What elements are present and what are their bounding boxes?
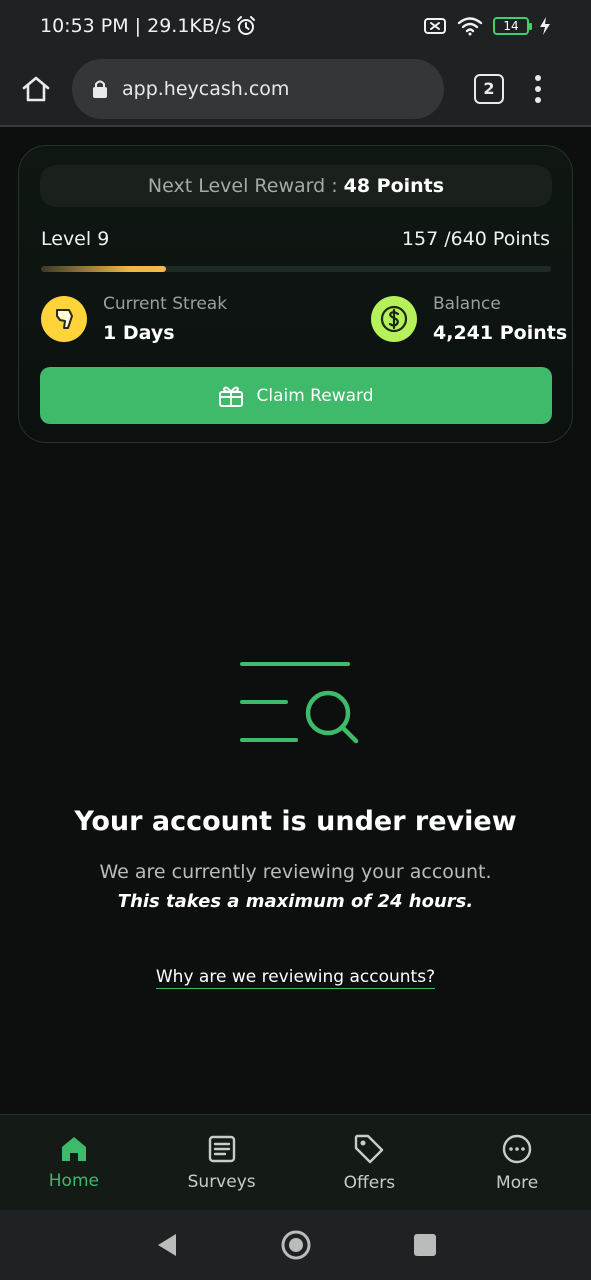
recents-icon[interactable]: [412, 1232, 438, 1258]
lock-icon: [93, 80, 107, 98]
claim-reward-label: Claim Reward: [256, 385, 374, 406]
nav-offers[interactable]: Offers: [296, 1115, 444, 1210]
address-bar[interactable]: app.heycash.com: [72, 58, 444, 119]
next-level-reward-banner: Next Level Reward : 48 Points: [40, 165, 552, 207]
gift-icon: [219, 386, 244, 407]
streak-stat: Current Streak 1 Days: [41, 294, 227, 344]
system-navigation-bar: [0, 1210, 591, 1280]
menu-dot: [535, 74, 541, 81]
why-review-link-wrapper: Why are we reviewing accounts?: [0, 967, 591, 989]
level-points: 157 /640 Points: [401, 228, 550, 250]
streak-text: Current Streak 1 Days: [103, 294, 227, 344]
reward-card: Next Level Reward : 48 Points Level 9 15…: [18, 145, 573, 443]
browser-menu-button[interactable]: [534, 74, 542, 103]
document-icon: [208, 1135, 235, 1162]
more-circle-icon: [502, 1134, 532, 1163]
wifi-icon: [457, 17, 483, 36]
next-level-value: 48 Points: [343, 175, 445, 197]
tab-switcher-button[interactable]: 2: [474, 73, 504, 104]
sim-no-signal-icon: [424, 18, 446, 34]
balance-value: 4,241 Points: [433, 322, 568, 344]
tag-icon: [355, 1134, 384, 1163]
nav-surveys[interactable]: Surveys: [148, 1115, 296, 1210]
bottom-navigation: Home Surveys Offers More: [0, 1114, 591, 1210]
level-progress-fill: [41, 266, 166, 272]
balance-label: Balance: [433, 294, 501, 314]
claim-reward-button[interactable]: Claim Reward: [40, 367, 552, 424]
url-text: app.heycash.com: [122, 77, 290, 100]
home-icon: [61, 1136, 86, 1161]
nav-more-label: More: [496, 1172, 539, 1193]
status-left: 10:53 PM | 29.1KB/s: [40, 15, 257, 37]
balance-icon: [371, 296, 417, 342]
status-right: 14: [423, 16, 551, 36]
alarm-icon: [237, 16, 256, 35]
browser-home-button[interactable]: [0, 51, 72, 126]
next-level-label: Next Level Reward :: [147, 175, 338, 197]
charging-icon: [540, 17, 550, 35]
streak-value: 1 Days: [103, 322, 175, 344]
nav-home[interactable]: Home: [0, 1115, 148, 1210]
review-search-icon: [240, 662, 359, 744]
review-title: Your account is under review: [74, 806, 517, 837]
tab-count: 2: [483, 79, 495, 98]
battery-level: 14: [503, 19, 519, 33]
battery-indicator: 14: [493, 17, 532, 35]
why-review-link[interactable]: Why are we reviewing accounts?: [155, 967, 436, 989]
nav-offers-label: Offers: [343, 1172, 396, 1193]
home-outline-icon: [22, 76, 50, 101]
review-description: We are currently reviewing your account.: [99, 861, 492, 883]
menu-dot: [535, 85, 541, 92]
status-time-speed: 10:53 PM | 29.1KB/s: [40, 15, 232, 37]
nav-home-label: Home: [48, 1170, 99, 1191]
review-note: This takes a maximum of 24 hours.: [117, 891, 474, 912]
dollar-icon: [380, 305, 408, 333]
nav-more[interactable]: More: [443, 1115, 591, 1210]
streak-icon: [41, 296, 87, 342]
level-progress-bar: [41, 266, 551, 272]
nav-surveys-label: Surveys: [187, 1171, 256, 1192]
streak-label: Current Streak: [103, 294, 228, 314]
level-label: Level 9: [41, 228, 110, 250]
menu-dot: [535, 96, 541, 103]
home-circle-icon[interactable]: [280, 1229, 312, 1261]
balance-stat: Balance 4,241 Points: [371, 294, 567, 344]
back-icon[interactable]: [154, 1231, 180, 1259]
browser-toolbar: app.heycash.com 2: [0, 52, 591, 127]
status-bar: 10:53 PM | 29.1KB/s 14: [0, 0, 591, 52]
balance-text: Balance 4,241 Points: [433, 294, 567, 344]
thumb-icon: [56, 309, 73, 329]
